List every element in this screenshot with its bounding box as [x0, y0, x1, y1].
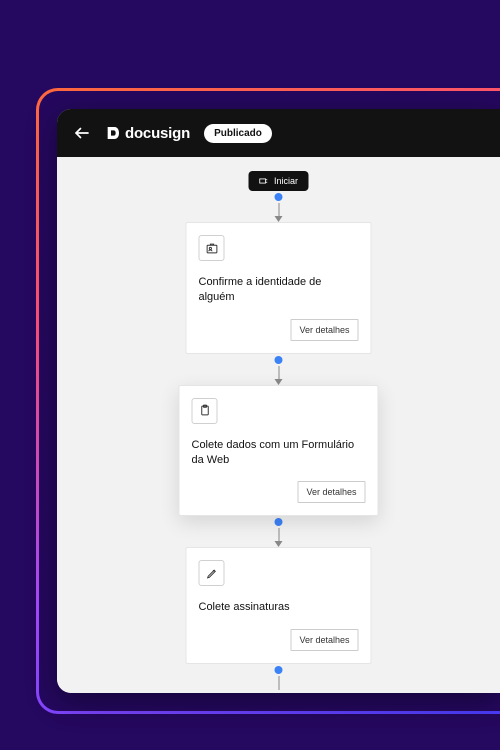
step-title: Colete assinaturas [199, 600, 359, 615]
connector-line [278, 528, 279, 542]
view-details-button[interactable]: Ver detalhes [297, 481, 365, 503]
step-card-identity[interactable]: Confirme a identidade de alguém Ver deta… [186, 222, 372, 354]
frame-inner: docusign Publicado Iniciar [39, 91, 500, 711]
app-window: docusign Publicado Iniciar [57, 109, 500, 693]
connector-dot [275, 356, 283, 364]
connector-line [278, 366, 279, 380]
connector [275, 664, 283, 690]
connector [275, 191, 283, 222]
brand-text: docusign [125, 125, 190, 142]
brand-logo: docusign [105, 125, 190, 142]
app-header: docusign Publicado [57, 109, 500, 157]
arrow-down-icon [275, 379, 283, 385]
connector-line [278, 203, 279, 217]
view-details-button[interactable]: Ver detalhes [290, 319, 358, 341]
step-card-webform[interactable]: Colete dados com um Formulário da Web Ve… [179, 385, 379, 517]
view-details-button[interactable]: Ver detalhes [290, 629, 358, 651]
back-button[interactable] [73, 124, 91, 142]
step-title: Colete dados com um Formulário da Web [192, 438, 366, 468]
docusign-mark-icon [105, 125, 121, 141]
start-label: Iniciar [274, 176, 298, 186]
connector-dot [275, 666, 283, 674]
status-badge: Publicado [204, 124, 272, 143]
connector-dot [275, 193, 283, 201]
arrow-left-icon [73, 124, 91, 142]
start-node[interactable]: Iniciar [249, 171, 308, 191]
pencil-icon [199, 560, 225, 586]
connector [275, 516, 283, 547]
workflow-flow: Iniciar Confirme a identidade de alguém … [57, 171, 500, 690]
step-card-signatures[interactable]: Colete assinaturas Ver detalhes [186, 547, 372, 664]
workflow-canvas[interactable]: Iniciar Confirme a identidade de alguém … [57, 157, 500, 693]
id-card-icon [199, 235, 225, 261]
step-title: Confirme a identidade de alguém [199, 275, 359, 305]
gradient-frame: docusign Publicado Iniciar [36, 88, 500, 714]
connector [275, 354, 283, 385]
connector-dot [275, 518, 283, 526]
start-icon [259, 176, 269, 186]
connector-line [278, 676, 279, 690]
clipboard-icon [192, 398, 218, 424]
